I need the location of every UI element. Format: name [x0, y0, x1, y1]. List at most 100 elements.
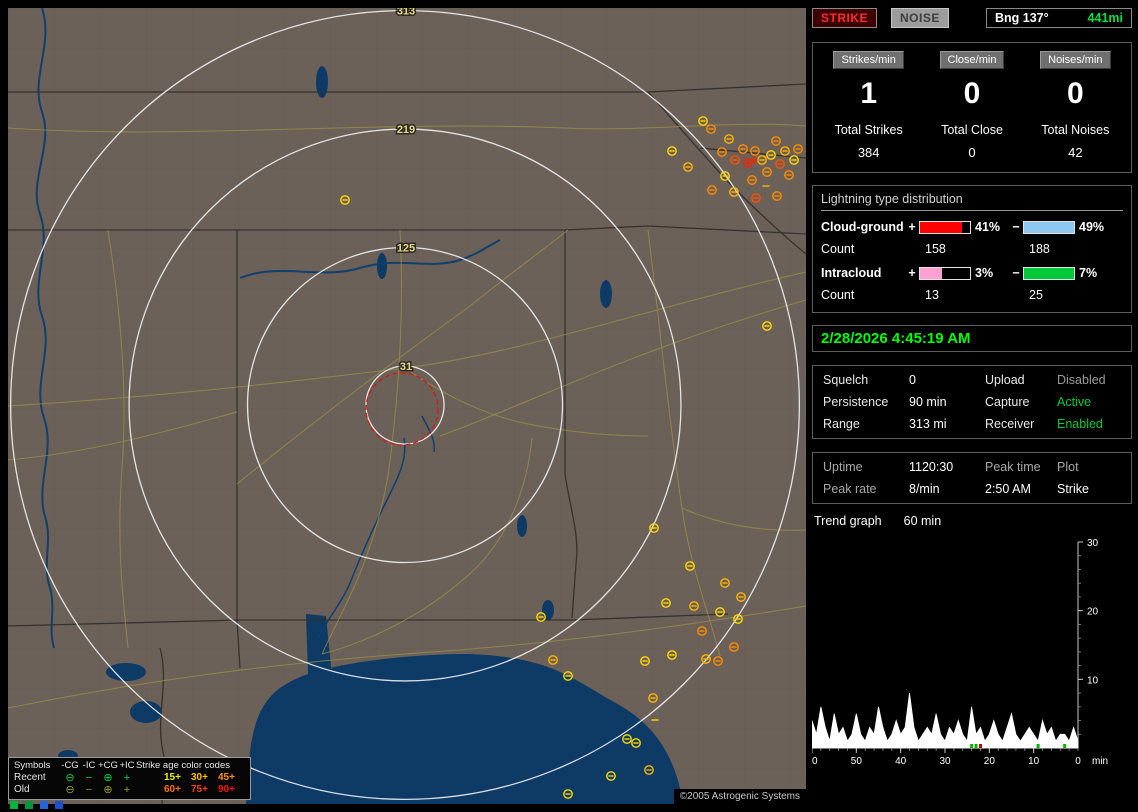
- strikes-per-min-button[interactable]: Strikes/min: [833, 51, 904, 69]
- upload-label: Upload: [985, 373, 1025, 387]
- total-close-label: Total Close: [941, 123, 1003, 137]
- persistence-label: Persistence: [823, 395, 889, 409]
- bearing-distance: 441mi: [1087, 11, 1123, 25]
- bar-fill: [1024, 267, 1074, 279]
- plus-icon: +: [123, 772, 131, 784]
- map-panel[interactable]: 313 219 125 31 Symbols -CG -IC +CG +IC Stri…: [8, 8, 806, 804]
- status-box: Uptime 1120:30 Peak time Plot Peak rate …: [812, 452, 1132, 504]
- bar-fill: [1024, 221, 1074, 233]
- legend-col-neg-ic: -IC: [82, 760, 96, 771]
- circle-minus-icon: ⊖: [65, 772, 75, 784]
- circle-minus-icon: ⊖: [65, 784, 75, 796]
- cloud-ground-positive-count: 158: [925, 242, 946, 256]
- total-strikes-value: 384: [857, 145, 880, 160]
- minus-sign: −: [1012, 220, 1020, 234]
- persistence-value: 90 min: [909, 395, 947, 409]
- svg-text:219: 219: [397, 124, 415, 136]
- bar-fill: [920, 221, 962, 233]
- datetime-text: 2/28/2026 4:45:19 AM: [821, 330, 971, 347]
- noises-per-min-value: 0: [1066, 77, 1084, 110]
- total-close-value: 0: [968, 145, 976, 160]
- peak-time-value: 2:50 AM: [985, 482, 1031, 496]
- copyright-text: ©2005 Astrogenic Systems: [673, 789, 806, 804]
- age-code-30: 30+: [191, 772, 208, 783]
- receiver-value: Enabled: [1057, 417, 1103, 431]
- svg-text:20: 20: [1087, 607, 1099, 618]
- bearing-value: Bng 137°: [995, 11, 1049, 25]
- plot-value: Strike: [1057, 482, 1089, 496]
- strikes-per-min-value: 1: [860, 77, 877, 110]
- svg-text:min: min: [1092, 756, 1108, 767]
- plus-sign: +: [908, 220, 916, 234]
- peak-rate-value: 8/min: [909, 482, 940, 496]
- close-per-min-value: 0: [963, 77, 981, 110]
- total-noises-label: Total Noises: [1041, 123, 1110, 137]
- map-legend: Symbols -CG -IC +CG +IC Strike age color…: [8, 757, 251, 800]
- rates-box: Strikes/min 1 Total Strikes 384 Close/mi…: [812, 42, 1132, 173]
- svg-text:20: 20: [984, 756, 996, 767]
- range-value: 313 mi: [909, 417, 947, 431]
- datetime-box: 2/28/2026 4:45:19 AM: [812, 325, 1132, 352]
- trend-chart: 30 20 10 60 50 40 30 20 10 0 min: [812, 536, 1132, 770]
- noises-per-min-button[interactable]: Noises/min: [1040, 51, 1111, 69]
- svg-text:60: 60: [812, 756, 818, 767]
- upload-value: Disabled: [1057, 373, 1106, 387]
- control-panel: STRIKE NOISE Bng 137° 441mi Strikes/min …: [812, 8, 1132, 804]
- svg-text:125: 125: [397, 243, 415, 255]
- cloud-ground-negative-pct: 49%: [1079, 220, 1105, 234]
- cloud-ground-negative-bar: [1023, 220, 1075, 234]
- lightning-distribution-box: Lightning type distribution Cloud-ground…: [812, 185, 1132, 313]
- intracloud-negative-bar: [1023, 266, 1075, 280]
- capture-value: Active: [1057, 395, 1092, 409]
- status-tiles: [10, 801, 63, 809]
- close-per-min-button[interactable]: Close/min: [939, 51, 1005, 69]
- total-noises-value: 42: [1068, 145, 1083, 160]
- range-label: Range: [823, 417, 860, 431]
- trend-window-value: 60 min: [903, 514, 942, 528]
- plot-label: Plot: [1057, 460, 1079, 474]
- count-label: Count: [821, 288, 855, 302]
- uptime-label: Uptime: [823, 460, 863, 474]
- settings-box: Squelch 0 Upload Disabled Persistence 90…: [812, 365, 1132, 439]
- legend-recent-label: Recent: [14, 772, 46, 783]
- svg-text:50: 50: [851, 756, 863, 767]
- trend-graph-label: Trend graph: [814, 514, 882, 528]
- map-canvas[interactable]: 313 219 125 31: [8, 8, 806, 804]
- intracloud-label: Intracloud: [821, 266, 882, 280]
- capture-label: Capture: [985, 395, 1030, 409]
- circle-plus-icon: ⊕: [103, 772, 113, 784]
- legend-age-title: Strike age color codes: [136, 760, 230, 771]
- indicator-row: STRIKE NOISE Bng 137° 441mi: [812, 8, 1132, 28]
- intracloud-positive-bar: [919, 266, 971, 280]
- minus-icon: −: [85, 772, 93, 784]
- bearing-box: Bng 137° 441mi: [986, 8, 1132, 28]
- trend-label-row: Trend graph 60 min: [814, 514, 1130, 528]
- bar-fill: [920, 267, 942, 279]
- strike-indicator: STRIKE: [812, 8, 878, 28]
- intracloud-rows: Intracloud + 3% − 7% Count 13 25: [821, 266, 1123, 302]
- age-code-90: 90+: [218, 784, 235, 795]
- svg-text:10: 10: [1087, 675, 1099, 686]
- app-window: 313 219 125 31 Symbols -CG -IC +CG +IC Stri…: [0, 0, 1138, 812]
- intracloud-positive-pct: 3%: [975, 266, 994, 280]
- svg-text:313: 313: [397, 8, 415, 18]
- age-code-75: 75+: [191, 784, 208, 795]
- intracloud-negative-count: 25: [1029, 288, 1043, 302]
- legend-symbols-header: Symbols: [14, 760, 51, 771]
- circle-plus-icon: ⊕: [103, 784, 113, 796]
- age-code-15: 15+: [164, 772, 181, 783]
- svg-text:31: 31: [400, 361, 412, 373]
- noises-per-min-column: Noises/min 0 Total Noises 42: [1024, 51, 1127, 160]
- legend-col-pos-ic: +IC: [119, 760, 135, 771]
- status-tile: [55, 801, 63, 809]
- squelch-label: Squelch: [823, 373, 869, 387]
- age-code-45: 45+: [218, 772, 235, 783]
- cloud-ground-label: Cloud-ground: [821, 220, 904, 234]
- squelch-value: 0: [909, 373, 916, 387]
- svg-text:30: 30: [939, 756, 951, 767]
- trend-chart-canvas: 30 20 10 60 50 40 30 20 10 0 min: [812, 538, 1108, 767]
- plus-icon: +: [123, 784, 131, 796]
- cloud-ground-positive-pct: 41%: [975, 220, 1001, 234]
- count-label: Count: [821, 242, 855, 256]
- legend-col-neg-cg: -CG: [61, 760, 79, 771]
